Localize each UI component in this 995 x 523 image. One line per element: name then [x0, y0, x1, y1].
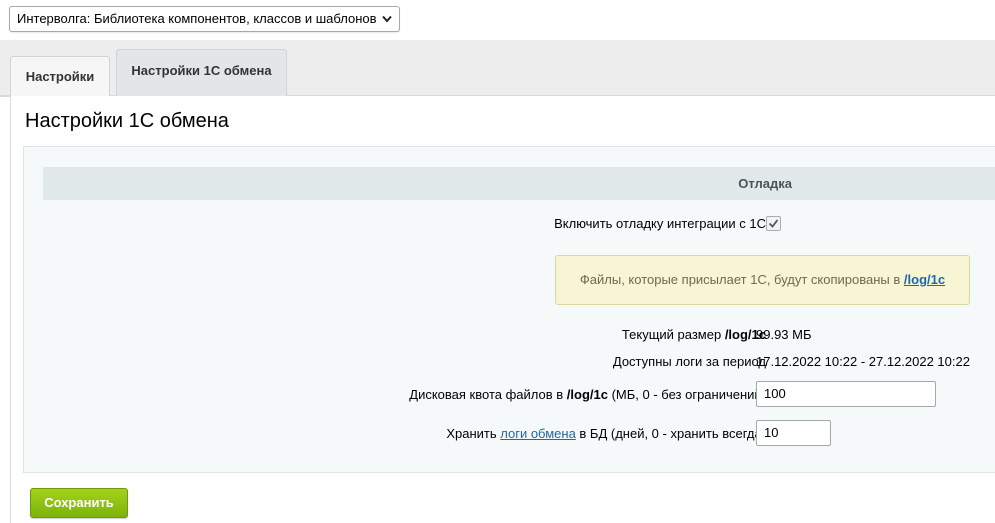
- module-select[interactable]: Интерволга: Библиотека компонентов, клас…: [9, 6, 400, 32]
- info-note: Файлы, которые присылает 1С, будут скопи…: [555, 255, 970, 305]
- tab-settings-label: Настройки: [25, 69, 95, 84]
- settings-panel: Настройки 1С обмена Отладка Включить отл…: [10, 96, 995, 523]
- module-select-value: Интерволга: Библиотека компонентов, клас…: [17, 11, 377, 26]
- size-label: Текущий размер /log/1c: [622, 327, 766, 342]
- keep-logs-label: Хранить логи обмена в БД (дней, 0 - хран…: [446, 426, 766, 441]
- checkmark-icon: [768, 219, 779, 228]
- log-folder-link[interactable]: /log/1c: [904, 272, 945, 287]
- debug-checkbox[interactable]: [766, 216, 781, 231]
- quota-label-path: /log/1c: [566, 387, 608, 402]
- quota-input[interactable]: 100: [756, 381, 936, 407]
- tab-settings[interactable]: Настройки: [10, 56, 110, 97]
- quota-label-suffix: (МБ, 0 - без ограничений): [607, 387, 766, 402]
- exchange-logs-link[interactable]: логи обмена: [500, 426, 576, 441]
- save-button[interactable]: Сохранить: [30, 488, 128, 518]
- period-label: Доступны логи за период: [612, 354, 766, 369]
- size-value: 99.93 МБ: [756, 327, 812, 342]
- info-note-text: Файлы, которые присылает 1С, будут скопи…: [579, 272, 904, 287]
- tab-1c-exchange-label: Настройки 1С обмена: [131, 63, 272, 78]
- keep-logs-prefix: Хранить: [446, 426, 501, 441]
- tab-1c-exchange-settings[interactable]: Настройки 1С обмена: [116, 49, 287, 97]
- quota-label: Дисковая квота файлов в /log/1c (МБ, 0 -…: [409, 387, 766, 402]
- tabs-bar: Настройки Настройки 1С обмена: [0, 40, 995, 97]
- size-label-text: Текущий размер: [621, 327, 725, 342]
- quota-label-prefix: Дисковая квота файлов в: [409, 387, 567, 402]
- period-value: 17.12.2022 10:22 - 27.12.2022 10:22: [756, 354, 970, 369]
- chevron-down-icon: [382, 15, 392, 23]
- page-title: Настройки 1С обмена: [25, 110, 229, 132]
- debug-checkbox-label: Включить отладку интеграции с 1С: [554, 216, 766, 231]
- section-header-debug: Отладка: [43, 167, 995, 200]
- settings-form: Отладка Включить отладку интеграции с 1С…: [23, 146, 995, 473]
- keep-days-input[interactable]: 10: [756, 420, 831, 446]
- keep-logs-suffix: в БД (дней, 0 - хранить всегда): [575, 426, 766, 441]
